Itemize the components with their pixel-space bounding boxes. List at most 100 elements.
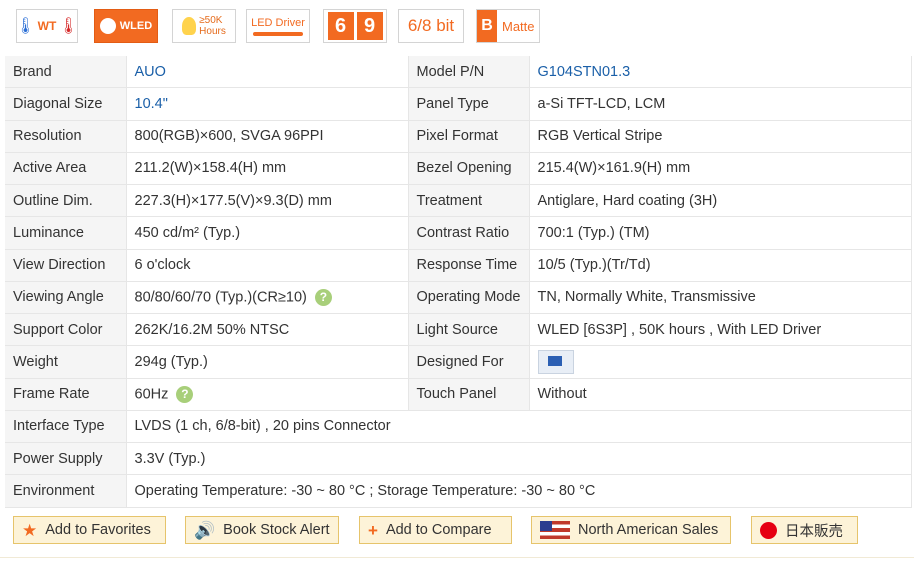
table-row: Weight 294g (Typ.) Designed For xyxy=(5,345,912,379)
spec-value: LVDS (1 ch, 6/8-bit) , 20 pins Connector xyxy=(126,410,912,444)
table-row: Viewing Angle 80/80/60/70 (Typ.)(CR≥10) … xyxy=(5,281,912,315)
spec-value: WLED [6S3P] , 50K hours , With LED Drive… xyxy=(529,313,912,347)
table-row: Resolution 800(RGB)×600, SVGA 96PPI Pixe… xyxy=(5,120,912,153)
spec-value: 227.3(H)×177.5(V)×9.3(D) mm xyxy=(126,184,409,218)
spec-value: TN, Normally White, Transmissive xyxy=(529,281,912,315)
book-stock-alert-button[interactable]: 🔊 Book Stock Alert xyxy=(185,516,339,544)
spec-label: Treatment xyxy=(408,184,530,218)
designed-for-cell xyxy=(529,345,912,379)
spec-label: View Direction xyxy=(5,249,127,282)
add-to-favorites-button[interactable]: ★ Add to Favorites xyxy=(13,516,166,544)
spec-value: 294g (Typ.) xyxy=(126,345,409,379)
brand-link[interactable]: AUO xyxy=(126,56,409,89)
table-row: Brand AUO Model P/N G104STN01.3 xyxy=(5,56,912,89)
table-row: Outline Dim. 227.3(H)×177.5(V)×9.3(D) mm… xyxy=(5,184,912,218)
pin-count-badge: 6 9 xyxy=(323,9,387,43)
spec-value: 215.4(W)×161.9(H) mm xyxy=(529,152,912,186)
spec-value: 450 cd/m² (Typ.) xyxy=(126,216,409,250)
driver-connector-icon xyxy=(253,31,303,36)
speaker-icon: 🔊 xyxy=(194,520,216,540)
plus-icon: + xyxy=(368,520,378,540)
table-row: Active Area 211.2(W)×158.4(H) mm Bezel O… xyxy=(5,152,912,186)
spec-label: Contrast Ratio xyxy=(408,216,530,250)
spec-value: Operating Temperature: -30 ~ 80 °C ; Sto… xyxy=(126,474,912,508)
spec-label: Response Time xyxy=(408,249,530,282)
spec-value: a-Si TFT-LCD, LCM xyxy=(529,87,912,121)
hours-value: ≥50K xyxy=(199,15,223,26)
digit-six: 6 xyxy=(327,12,354,40)
bit-depth-badge: 6/8 bit xyxy=(398,9,464,43)
spec-label: Outline Dim. xyxy=(5,184,127,218)
spec-label: Weight xyxy=(5,345,127,379)
spec-label: Environment xyxy=(5,474,127,508)
matte-letter: B xyxy=(477,10,497,42)
application-thumbnail-icon[interactable] xyxy=(537,349,574,374)
help-icon[interactable]: ? xyxy=(314,288,332,306)
spec-label: Operating Mode xyxy=(408,281,530,315)
table-row: Diagonal Size 10.4" Panel Type a-Si TFT-… xyxy=(5,87,912,121)
hours-unit: Hours xyxy=(199,26,226,37)
spec-label: Model P/N xyxy=(408,56,530,89)
table-row: View Direction 6 o'clock Response Time 1… xyxy=(5,249,912,282)
spec-value: 10/5 (Typ.)(Tr/Td) xyxy=(529,249,912,282)
spec-label: Viewing Angle xyxy=(5,281,127,315)
spec-value: 80/80/60/70 (Typ.)(CR≥10) xyxy=(134,289,307,306)
spec-table: Brand AUO Model P/N G104STN01.3 Diagonal… xyxy=(5,56,912,508)
spec-label: Bezel Opening xyxy=(408,152,530,186)
spec-label: Support Color xyxy=(5,313,127,347)
led-driver-badge: LED Driver xyxy=(246,9,310,43)
japan-flag-icon xyxy=(760,521,777,539)
button-label: Book Stock Alert xyxy=(223,522,330,538)
spec-value: RGB Vertical Stripe xyxy=(529,120,912,153)
help-icon[interactable]: ? xyxy=(176,385,194,403)
spec-label: Brand xyxy=(5,56,127,89)
table-row: Interface Type LVDS (1 ch, 6/8-bit) , 20… xyxy=(5,410,912,444)
spec-label: Power Supply xyxy=(5,442,127,476)
spec-value-cell: 60Hz ? xyxy=(126,378,409,411)
spec-label: Designed For xyxy=(408,345,530,379)
action-bar: ★ Add to Favorites 🔊 Book Stock Alert + … xyxy=(13,516,903,544)
digit-nine: 9 xyxy=(356,12,383,40)
spec-label: Interface Type xyxy=(5,410,127,444)
star-icon: ★ xyxy=(22,520,38,540)
spec-label: Luminance xyxy=(5,216,127,250)
spec-value: 6 o'clock xyxy=(126,249,409,282)
lifetime-hours-badge: ≥50K Hours xyxy=(172,9,236,43)
add-to-compare-button[interactable]: + Add to Compare xyxy=(359,516,512,544)
spec-value: 211.2(W)×158.4(H) mm xyxy=(126,152,409,186)
spec-value: Antiglare, Hard coating (3H) xyxy=(529,184,912,218)
spec-value: 3.3V (Typ.) xyxy=(126,442,912,476)
japan-sales-button[interactable]: 日本販売 xyxy=(751,516,858,544)
button-label: North American Sales xyxy=(578,522,719,538)
table-row: Power Supply 3.3V (Typ.) xyxy=(5,442,912,476)
lightbulb-icon xyxy=(182,17,197,35)
spec-label: Touch Panel xyxy=(408,378,530,411)
spec-value: Without xyxy=(529,378,912,411)
spec-value-cell: 80/80/60/70 (Typ.)(CR≥10) ? xyxy=(126,281,409,315)
wled-badge-label: WLED xyxy=(119,20,153,32)
table-row: Support Color 262K/16.2M 50% NTSC Light … xyxy=(5,313,912,347)
wide-temperature-badge: 🌡 WT 🌡 xyxy=(16,9,78,43)
matte-badge: B Matte xyxy=(476,9,540,43)
spec-value: 262K/16.2M 50% NTSC xyxy=(126,313,409,347)
spec-label: Light Source xyxy=(408,313,530,347)
wt-badge-label: WT xyxy=(37,19,57,33)
size-link[interactable]: 10.4" xyxy=(126,87,409,121)
table-row: Environment Operating Temperature: -30 ~… xyxy=(5,474,912,508)
spec-value: 800(RGB)×600, SVGA 96PPI xyxy=(126,120,409,153)
bit-depth-label: 6/8 bit xyxy=(407,16,455,35)
button-label: Add to Favorites xyxy=(45,522,151,538)
north-american-sales-button[interactable]: North American Sales xyxy=(531,516,731,544)
table-row: Luminance 450 cd/m² (Typ.) Contrast Rati… xyxy=(5,216,912,250)
spec-value: 60Hz xyxy=(134,385,169,402)
hot-thermometer-icon: 🌡 xyxy=(58,18,78,35)
bulb-icon xyxy=(99,18,116,34)
model-link[interactable]: G104STN01.3 xyxy=(529,56,912,89)
spec-label: Resolution xyxy=(5,120,127,153)
led-driver-label: LED Driver xyxy=(251,16,305,29)
table-row: Frame Rate 60Hz ? Touch Panel Without xyxy=(5,378,912,411)
bottom-divider xyxy=(0,557,914,558)
us-flag-icon xyxy=(540,521,570,539)
button-label: Add to Compare xyxy=(385,522,492,538)
feature-badges: 🌡 WT 🌡 WLED ≥50K Hours LED Driver 6 9 6/… xyxy=(16,9,556,45)
